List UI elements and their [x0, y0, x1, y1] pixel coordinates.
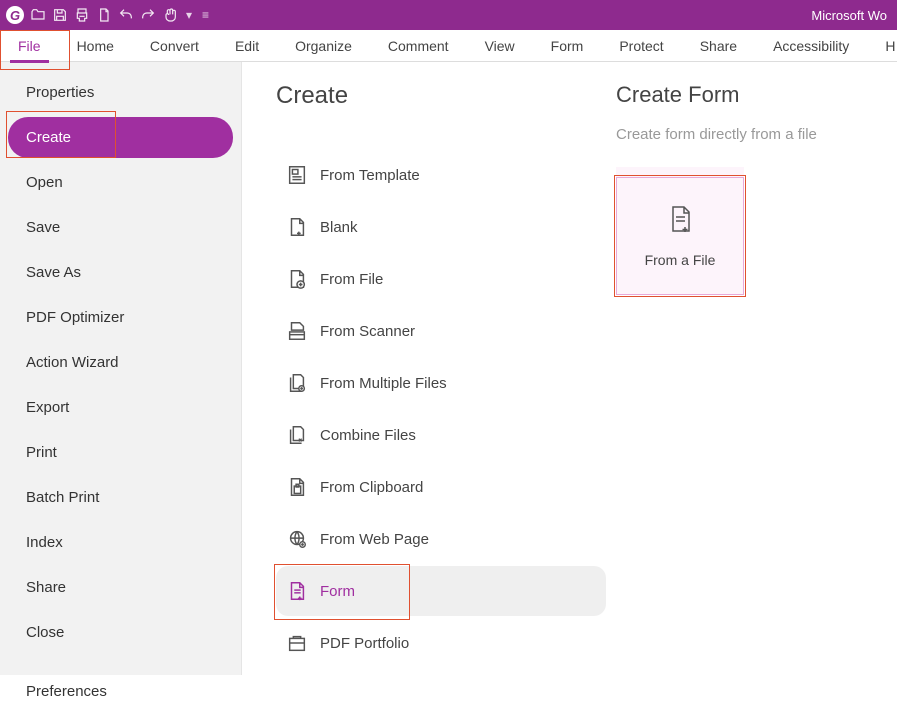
create-options-column: Create From Template Blank From File [276, 82, 606, 675]
qat-customize-icon[interactable]: ≡ [202, 8, 209, 22]
multiple-files-icon [286, 372, 308, 394]
scanner-icon [286, 320, 308, 342]
create-pdf-portfolio[interactable]: PDF Portfolio [276, 618, 606, 668]
app-logo-icon: G [6, 6, 24, 24]
clipboard-icon [286, 476, 308, 498]
sidebar-item-create[interactable]: Create [8, 117, 233, 158]
create-item-label: From Scanner [320, 323, 415, 340]
qat-separator-icon: ▾ [186, 8, 192, 22]
create-from-clipboard[interactable]: From Clipboard [276, 462, 606, 512]
from-a-file-tile[interactable]: From a File [616, 177, 744, 295]
from-a-file-icon [667, 205, 693, 238]
portfolio-icon [286, 632, 308, 654]
create-from-multiple-files[interactable]: From Multiple Files [276, 358, 606, 408]
title-bar: G ▾ ≡ Microsoft Wo [0, 0, 897, 30]
sidebar-item-print[interactable]: Print [8, 432, 233, 473]
tab-edit[interactable]: Edit [217, 30, 277, 62]
sidebar-item-save[interactable]: Save [8, 207, 233, 248]
combine-files-icon [286, 424, 308, 446]
web-page-icon [286, 528, 308, 550]
sidebar-item-export[interactable]: Export [8, 387, 233, 428]
create-from-web-page[interactable]: From Web Page [276, 514, 606, 564]
create-item-label: From Clipboard [320, 479, 423, 496]
create-item-label: PDF Portfolio [320, 635, 409, 652]
create-heading: Create [276, 82, 606, 110]
form-panel-heading: Create Form [616, 82, 897, 108]
sidebar-item-preferences[interactable]: Preferences [8, 671, 233, 712]
sidebar-item-action-wizard[interactable]: Action Wizard [8, 342, 233, 383]
sidebar-item-properties[interactable]: Properties [8, 72, 233, 113]
create-item-label: From Multiple Files [320, 375, 447, 392]
tab-protect[interactable]: Protect [601, 30, 681, 62]
create-item-label: From Template [320, 167, 420, 184]
create-from-template[interactable]: From Template [276, 150, 606, 200]
file-menu-sidebar: Properties Create Open Save Save As PDF … [0, 62, 242, 675]
tab-help[interactable]: H [867, 30, 897, 62]
create-combine-files[interactable]: Combine Files [276, 410, 606, 460]
folder-open-icon[interactable] [30, 7, 46, 23]
new-doc-icon[interactable] [96, 7, 112, 23]
create-from-scanner[interactable]: From Scanner [276, 306, 606, 356]
tab-convert[interactable]: Convert [132, 30, 217, 62]
create-form-panel: Create Form Create form directly from a … [606, 82, 897, 675]
sidebar-item-index[interactable]: Index [8, 522, 233, 563]
tab-organize[interactable]: Organize [277, 30, 370, 62]
hand-tool-icon[interactable] [162, 7, 178, 23]
create-item-label: Blank [320, 219, 358, 236]
tab-share[interactable]: Share [682, 30, 755, 62]
create-from-file[interactable]: From File [276, 254, 606, 304]
window-title: Microsoft Wo [811, 8, 891, 23]
sidebar-item-close[interactable]: Close [8, 612, 233, 653]
save-icon[interactable] [52, 7, 68, 23]
ribbon-tabs: File Home Convert Edit Organize Comment … [0, 30, 897, 62]
create-blank[interactable]: Blank [276, 202, 606, 252]
tab-accessibility[interactable]: Accessibility [755, 30, 867, 62]
sidebar-item-save-as[interactable]: Save As [8, 252, 233, 293]
tab-view[interactable]: View [467, 30, 533, 62]
sidebar-item-batch-print[interactable]: Batch Print [8, 477, 233, 518]
from-file-icon [286, 268, 308, 290]
create-item-label: From Web Page [320, 531, 429, 548]
print-icon[interactable] [74, 7, 90, 23]
create-item-label: Combine Files [320, 427, 416, 444]
sidebar-item-pdf-optimizer[interactable]: PDF Optimizer [8, 297, 233, 338]
undo-icon[interactable] [118, 7, 134, 23]
sidebar-item-open[interactable]: Open [8, 162, 233, 203]
redo-icon[interactable] [140, 7, 156, 23]
blank-doc-icon [286, 216, 308, 238]
tile-label: From a File [645, 252, 716, 268]
tab-form[interactable]: Form [533, 30, 602, 62]
tab-home[interactable]: Home [59, 30, 132, 62]
create-form[interactable]: Form [276, 566, 606, 616]
create-item-label: From File [320, 271, 383, 288]
template-icon [286, 164, 308, 186]
form-icon [286, 580, 308, 602]
tab-file[interactable]: File [0, 30, 59, 62]
create-item-label: Form [320, 583, 355, 600]
sidebar-item-share[interactable]: Share [8, 567, 233, 608]
tab-comment[interactable]: Comment [370, 30, 467, 62]
form-panel-subtitle: Create form directly from a file [616, 126, 897, 143]
